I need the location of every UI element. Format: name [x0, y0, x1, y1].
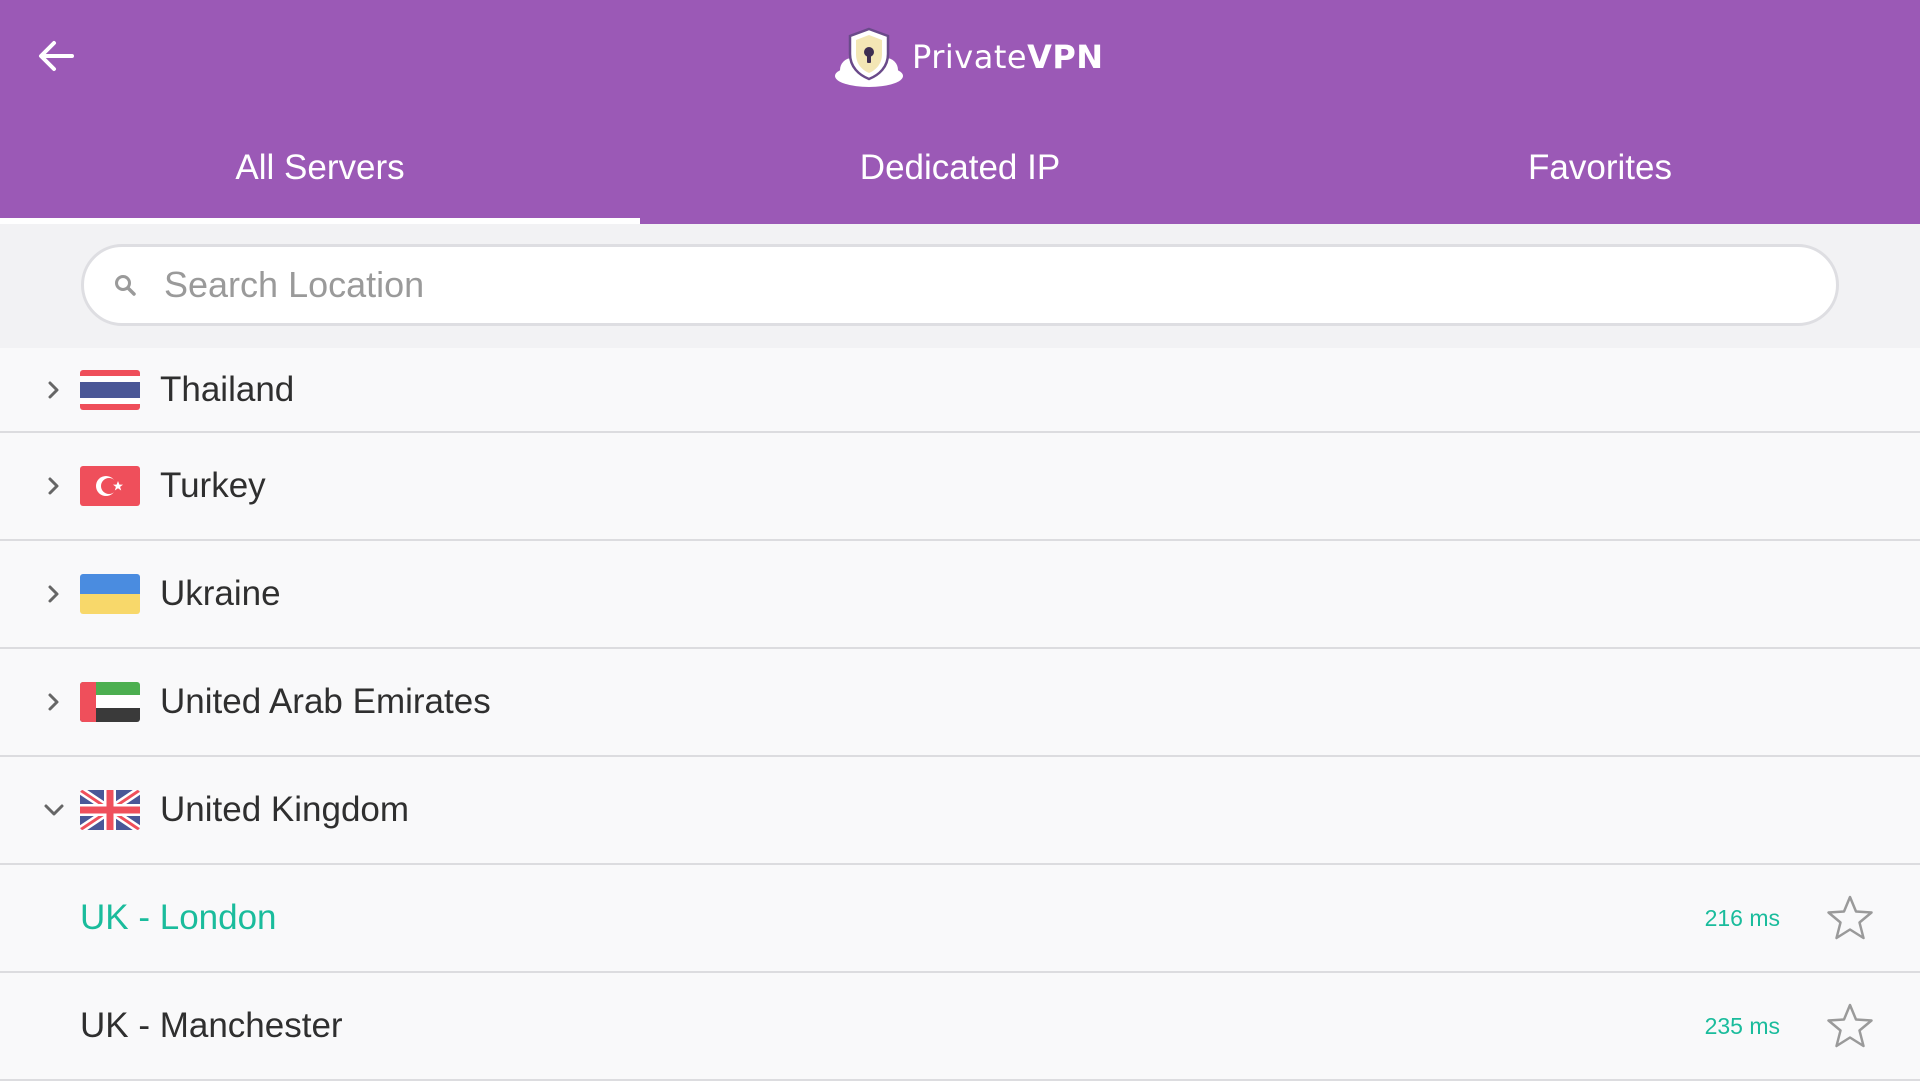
- search-input[interactable]: [164, 255, 1764, 315]
- turkey-flag-icon: [80, 466, 140, 506]
- country-row-ukraine[interactable]: Ukraine: [0, 541, 1920, 649]
- server-name: UK - Manchester: [80, 1006, 343, 1045]
- country-name: Turkey: [160, 466, 266, 505]
- search-box[interactable]: [81, 244, 1839, 326]
- chevron-down-icon: [42, 798, 66, 822]
- ping-latency: 235 ms: [1704, 1012, 1780, 1039]
- country-row-thailand[interactable]: Thailand: [0, 348, 1920, 433]
- server-name: UK - London: [80, 898, 277, 937]
- tab-all-servers[interactable]: All Servers: [0, 120, 640, 224]
- star-icon[interactable]: [1824, 892, 1876, 944]
- chevron-right-icon: [42, 690, 66, 714]
- chevron-right-icon: [42, 378, 66, 402]
- country-row-united-kingdom[interactable]: United Kingdom: [0, 757, 1920, 865]
- ukraine-flag-icon: [80, 574, 140, 614]
- ping-latency: 216 ms: [1704, 904, 1780, 931]
- server-row-uk-manchester[interactable]: UK - Manchester 235 ms: [0, 973, 1920, 1081]
- country-row-turkey[interactable]: Turkey: [0, 433, 1920, 541]
- tab-bar: All Servers Dedicated IP Favorites: [0, 120, 1920, 224]
- server-list: Thailand Turkey Ukraine United Arab Emir…: [0, 348, 1920, 1081]
- brand-name: PrivateVPN: [912, 38, 1104, 76]
- chevron-right-icon: [42, 474, 66, 498]
- country-name: United Kingdom: [160, 790, 410, 829]
- uk-flag-icon: [80, 790, 140, 830]
- search-icon: [110, 270, 140, 300]
- back-button[interactable]: [30, 30, 82, 82]
- app-header: PrivateVPN All Servers Dedicated IP Favo…: [0, 0, 1920, 224]
- uae-flag-icon: [80, 682, 140, 722]
- chevron-right-icon: [42, 582, 66, 606]
- server-row-uk-london[interactable]: UK - London 216 ms: [0, 865, 1920, 973]
- country-name: Thailand: [160, 369, 295, 409]
- country-row-uae[interactable]: United Arab Emirates: [0, 649, 1920, 757]
- star-icon[interactable]: [1824, 1000, 1876, 1052]
- brand-logo: PrivateVPN: [832, 22, 1104, 92]
- arrow-left-icon: [39, 41, 74, 71]
- tab-favorites[interactable]: Favorites: [1280, 120, 1920, 224]
- search-area: [0, 224, 1920, 348]
- country-name: Ukraine: [160, 574, 281, 613]
- shield-cloud-icon: [835, 27, 903, 87]
- thailand-flag-icon: [80, 369, 140, 410]
- tab-dedicated-ip[interactable]: Dedicated IP: [640, 120, 1280, 224]
- country-name: United Arab Emirates: [160, 682, 491, 721]
